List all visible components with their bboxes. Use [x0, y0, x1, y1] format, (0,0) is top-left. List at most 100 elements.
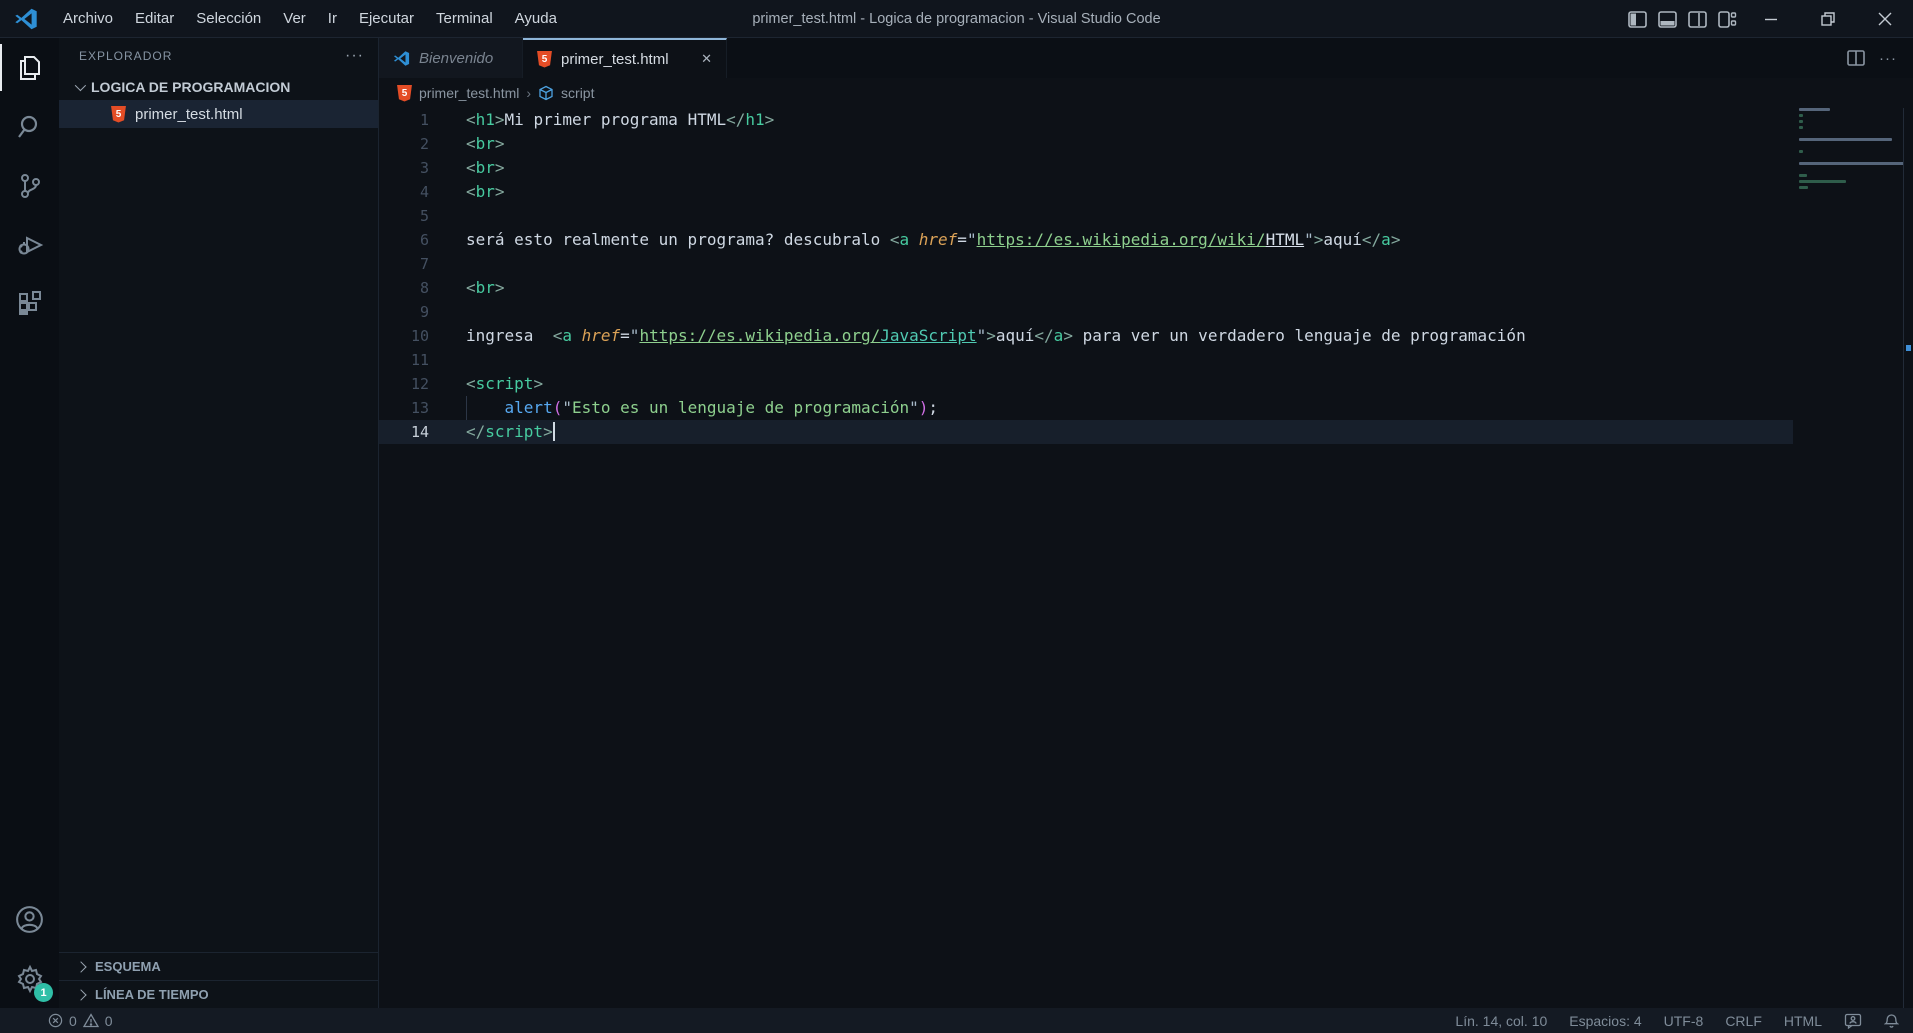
section-outline[interactable]: ESQUEMA [59, 952, 378, 980]
code-line-3[interactable]: 3 <br> [379, 156, 1793, 180]
toggle-secondary-sidebar-icon[interactable] [1682, 0, 1712, 38]
minimap-line [1799, 132, 1899, 135]
editor-actions: ··· [1847, 38, 1913, 78]
activity-extensions-icon[interactable] [0, 274, 59, 333]
problems-status[interactable]: 0 0 [0, 1013, 113, 1029]
minimap[interactable] [1793, 108, 1905, 1008]
code-token: ingresa [466, 326, 553, 345]
tab-label: primer_test.html [561, 50, 669, 68]
code-token: será esto realmente un programa? descubr… [466, 230, 890, 249]
split-editor-icon[interactable] [1847, 50, 1865, 66]
code-token: > [494, 182, 505, 201]
code-token: a [899, 230, 910, 249]
html5-file-icon: 5 [537, 50, 552, 68]
titlebar-controls [1622, 0, 1913, 38]
eol-status[interactable]: CRLF [1725, 1013, 1762, 1029]
close-tab-icon[interactable]: ✕ [701, 51, 712, 67]
feedback-icon[interactable] [1844, 1013, 1862, 1029]
settings-gear-icon[interactable]: 1 [0, 949, 59, 1008]
code-token: Mi primer programa HTML [504, 110, 727, 129]
language-mode-status[interactable]: HTML [1784, 1013, 1822, 1029]
code-token: > [543, 422, 553, 441]
menu-archivo[interactable]: Archivo [52, 0, 124, 38]
code-token: JavaScript [880, 326, 977, 345]
code-line-10[interactable]: 10 ingresa <a href="https://es.wikipedia.… [379, 324, 1793, 348]
chevron-down-icon [74, 79, 87, 92]
activity-explorer-icon[interactable] [0, 38, 59, 97]
explorer-sidebar: EXPLORADOR ··· LOGICA DE PROGRAMACION 5 … [59, 38, 379, 1008]
minimap-line [1799, 126, 1803, 129]
breadcrumb-symbol[interactable]: script [561, 85, 594, 101]
line-number: 5 [419, 207, 429, 225]
account-icon[interactable] [0, 890, 59, 949]
code-line-1[interactable]: 1 <h1>Mi primer programa HTML</h1> [379, 108, 1793, 132]
explorer-more-actions-icon[interactable]: ··· [345, 47, 364, 65]
toggle-sidebar-icon[interactable] [1622, 0, 1652, 38]
activity-source-control-icon[interactable] [0, 156, 59, 215]
code-line-5[interactable]: 5 [379, 204, 1793, 228]
code-token: > [533, 374, 544, 393]
encoding-status[interactable]: UTF-8 [1664, 1013, 1704, 1029]
code-token: https://es.wikipedia.org/ [639, 326, 881, 345]
section-timeline[interactable]: LÍNEA DE TIEMPO [59, 980, 378, 1008]
code-token: br [475, 158, 495, 177]
code-token: < [466, 374, 476, 393]
code-token: h1 [475, 110, 495, 129]
code-token: para ver un verdadero lenguaje de progra… [1072, 326, 1526, 345]
tab-bienvenido[interactable]: Bienvenido [379, 38, 523, 78]
overview-ruler[interactable] [1903, 108, 1913, 1008]
breadcrumb-file[interactable]: primer_test.html [419, 85, 519, 101]
activity-run-debug-icon[interactable] [0, 215, 59, 274]
html5-file-icon: 5 [111, 105, 126, 123]
indentation-status[interactable]: Espacios: 4 [1569, 1013, 1641, 1029]
line-number: 1 [419, 111, 429, 129]
menu-terminal[interactable]: Terminal [425, 0, 504, 38]
code-line-11[interactable]: 11 [379, 348, 1793, 372]
code-line-12[interactable]: 12 <script> [379, 372, 1793, 396]
code-token: h1 [745, 110, 765, 129]
folder-row[interactable]: LOGICA DE PROGRAMACION [59, 74, 378, 100]
code-token: a [1053, 326, 1064, 345]
menu-ayuda[interactable]: Ayuda [504, 0, 568, 38]
code-token: > [1313, 230, 1324, 249]
code-token: " [976, 326, 987, 345]
menu-ver[interactable]: Ver [272, 0, 317, 38]
line-number: 14 [410, 423, 429, 441]
cursor-position-status[interactable]: Lín. 14, col. 10 [1455, 1013, 1547, 1029]
line-number: 7 [419, 255, 429, 273]
more-actions-icon[interactable]: ··· [1879, 50, 1897, 67]
minimap-line [1799, 108, 1830, 111]
code-line-14[interactable]: 14 </script> [379, 420, 1793, 444]
menu-ejecutar[interactable]: Ejecutar [348, 0, 425, 38]
code-line-6[interactable]: 6 será esto realmente un programa? descub… [379, 228, 1793, 252]
line-number: 9 [419, 303, 429, 321]
customize-layout-icon[interactable] [1712, 0, 1742, 38]
html5-file-icon: 5 [397, 84, 412, 102]
vscode-logo-icon [393, 50, 410, 66]
toggle-panel-icon[interactable] [1652, 0, 1682, 38]
code-line-9[interactable]: 9 [379, 300, 1793, 324]
close-window-button[interactable] [1856, 0, 1913, 38]
error-count: 0 [69, 1012, 77, 1029]
minimize-button[interactable] [1742, 0, 1799, 38]
code-token: < [466, 134, 476, 153]
tab-primer-test[interactable]: 5 primer_test.html ✕ [523, 38, 727, 78]
file-row-selected[interactable]: 5 primer_test.html [59, 100, 378, 128]
code-line-4[interactable]: 4 <br> [379, 180, 1793, 204]
menu-editar[interactable]: Editar [124, 0, 185, 38]
menu-ir[interactable]: Ir [317, 0, 348, 38]
bell-icon[interactable] [1884, 1013, 1899, 1029]
code-token: br [475, 134, 495, 153]
file-label: primer_test.html [135, 105, 243, 123]
code-line-8[interactable]: 8 <br> [379, 276, 1793, 300]
code-editor[interactable]: 1 <h1>Mi primer programa HTML</h1> 2 <br> 3 <… [379, 108, 1913, 1008]
error-icon [48, 1013, 63, 1028]
code-line-2[interactable]: 2 <br> [379, 132, 1793, 156]
code-line-13[interactable]: 13 alert("Esto es un lenguaje de program… [379, 396, 1793, 420]
code-line-7[interactable]: 7 [379, 252, 1793, 276]
restore-button[interactable] [1799, 0, 1856, 38]
menu-selección[interactable]: Selección [185, 0, 272, 38]
activity-search-icon[interactable] [0, 97, 59, 156]
